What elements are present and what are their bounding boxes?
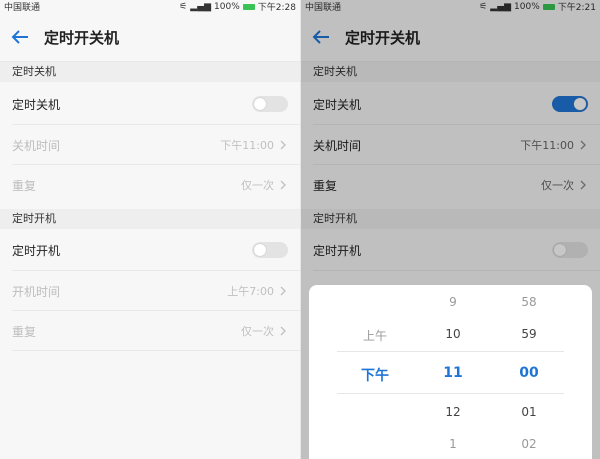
app-bar: 定时开关机 [0, 13, 300, 62]
shutdown-toggle-label: 定时关机 [12, 97, 61, 112]
power-on-repeat-label: 重复 [12, 324, 37, 339]
power-on-time-value: 上午7:00 [227, 285, 274, 298]
picker-ampm-selected[interactable]: 下午 [355, 365, 395, 385]
toggle-knob [254, 98, 266, 110]
picker-selection-line [337, 393, 564, 394]
picker-minute-below1[interactable]: 01 [509, 405, 549, 419]
shutdown-toggle-switch[interactable] [252, 96, 288, 112]
chevron-right-icon [280, 286, 286, 296]
picker-ampm-above[interactable]: 上午 [355, 327, 395, 344]
picker-selection-line [337, 351, 564, 352]
power-on-repeat-value: 仅一次 [241, 325, 274, 338]
signal-icon: ▂▄▆ [190, 1, 212, 12]
picker-hour-below2[interactable]: 1 [433, 437, 473, 451]
picker-minute-selected[interactable]: 00 [509, 365, 549, 381]
picker-hour-selected[interactable]: 11 [433, 365, 473, 381]
power-on-toggle-label: 定时开机 [12, 243, 61, 258]
shutdown-time-row: 关机时间 下午11:00 [0, 125, 300, 165]
divider [12, 350, 300, 351]
battery-percent: 100% [214, 1, 240, 12]
shutdown-time-value: 下午11:00 [220, 139, 274, 152]
shutdown-repeat-label: 重复 [12, 178, 37, 193]
left-screen: 中国联通 ⚟ ▂▄▆ 100% 下午2:28 定时开关机 定时关机 定时关机 关… [0, 0, 300, 459]
status-icons: ⚟ ▂▄▆ 100% 下午2:28 [179, 0, 296, 14]
picker-hour-above1[interactable]: 10 [433, 327, 473, 341]
picker-minute-below2[interactable]: 02 [509, 437, 549, 451]
picker-minute-above1[interactable]: 59 [509, 327, 549, 341]
power-on-repeat-row: 重复 仅一次 [0, 311, 300, 351]
shutdown-time-label: 关机时间 [12, 138, 61, 153]
right-screen: 中国联通 ⚟ ▂▄▆ 100% 下午2:21 定时开关机 定时关机 定时关机 关… [300, 0, 600, 459]
shutdown-repeat-value: 仅一次 [241, 179, 274, 192]
status-time: 下午2:28 [257, 3, 296, 13]
shutdown-repeat-row: 重复 仅一次 [0, 165, 300, 205]
battery-icon [242, 3, 255, 10]
status-bar: 中国联通 ⚟ ▂▄▆ 100% 下午2:28 [0, 0, 300, 14]
power-on-time-label: 开机时间 [12, 284, 61, 299]
power-on-toggle-switch[interactable] [252, 242, 288, 258]
carrier-label: 中国联通 [4, 3, 41, 13]
power-on-toggle-row[interactable]: 定时开机 [0, 230, 300, 270]
picker-hour-below1[interactable]: 12 [433, 405, 473, 419]
back-arrow-icon [11, 30, 28, 44]
time-picker-sheet: 上午 下午 9 10 11 12 1 58 59 00 01 02 [309, 285, 592, 459]
shutdown-toggle-row[interactable]: 定时关机 [0, 84, 300, 124]
section-header-power-on: 定时开机 [0, 209, 300, 229]
chevron-right-icon [280, 180, 286, 190]
picker-minute-above2[interactable]: 58 [509, 295, 549, 309]
picker-hour-above2[interactable]: 9 [433, 295, 473, 309]
back-button[interactable] [0, 17, 40, 57]
power-on-time-row: 开机时间 上午7:00 [0, 271, 300, 311]
chevron-right-icon [280, 140, 286, 150]
chevron-right-icon [280, 326, 286, 336]
wifi-icon: ⚟ [179, 1, 188, 12]
page-title: 定时开关机 [44, 28, 120, 47]
section-header-shutdown: 定时关机 [0, 62, 300, 82]
toggle-knob [254, 244, 266, 256]
